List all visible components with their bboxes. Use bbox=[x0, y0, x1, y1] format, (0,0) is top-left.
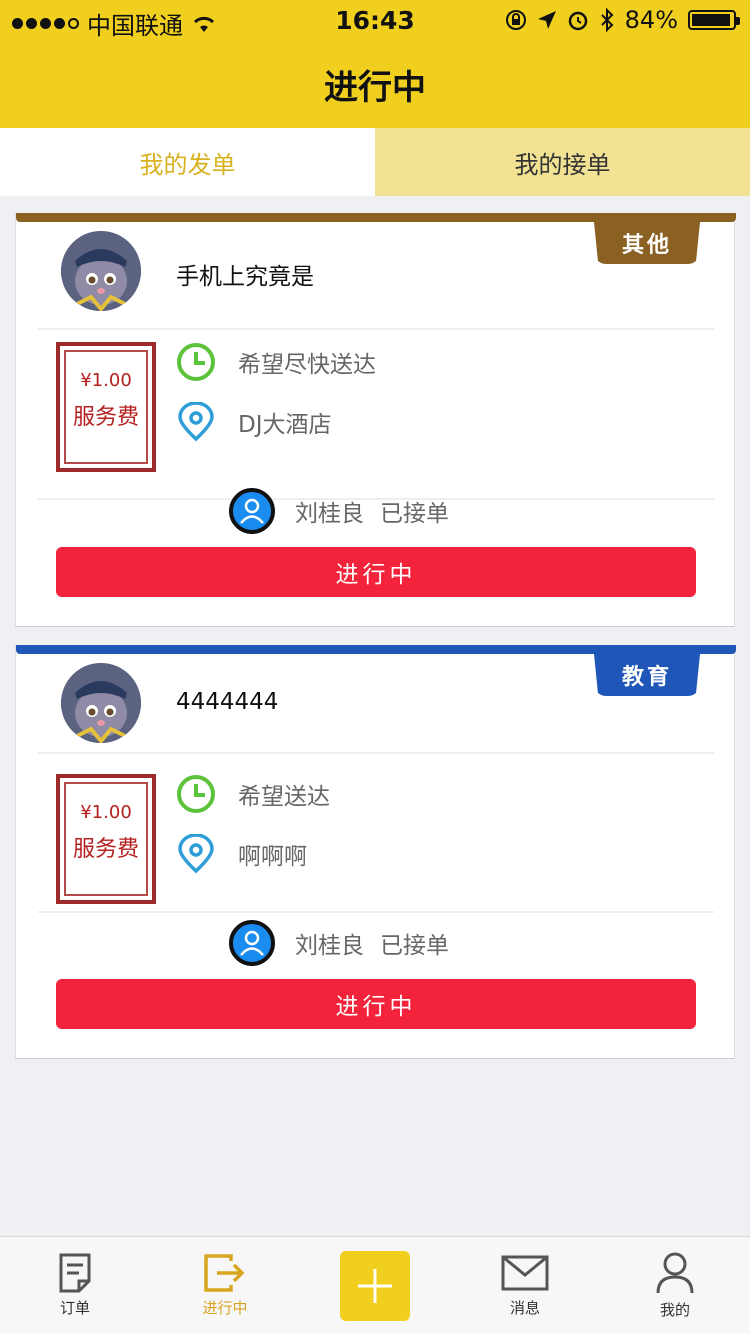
service-fee-stamp: ¥1.00 服务费 bbox=[56, 342, 156, 472]
avatar bbox=[61, 231, 141, 311]
segment-control: 我的发单 我的接单 bbox=[0, 128, 750, 196]
battery-icon bbox=[688, 10, 740, 30]
category-badge: 教育 bbox=[594, 654, 700, 696]
card-top-bar bbox=[16, 213, 736, 222]
location-arrow-icon bbox=[537, 11, 556, 29]
rotation-lock-icon bbox=[505, 10, 526, 30]
time-text: 希望尽快送达 bbox=[238, 352, 376, 378]
price-label: ¥1.00 bbox=[80, 802, 132, 823]
order-list-icon bbox=[59, 1253, 91, 1293]
in-progress-button[interactable]: 进行中 bbox=[56, 547, 696, 597]
plus-icon bbox=[358, 1268, 392, 1303]
price-label: ¥1.00 bbox=[80, 370, 132, 391]
tabbar-item-me[interactable]: 我的 bbox=[600, 1237, 750, 1334]
location-pin-icon bbox=[178, 402, 214, 442]
tabbar-item-add[interactable] bbox=[300, 1237, 450, 1334]
order-card[interactable]: 教育 4444444 ¥1.00 服务费 希望送达 啊啊啊 刘桂良 已接单 进行… bbox=[15, 645, 736, 1059]
divider bbox=[38, 752, 714, 754]
acceptor-name: 刘桂良 bbox=[295, 501, 364, 527]
clock-icon bbox=[177, 343, 215, 381]
status-bar: 中国联通 16:43 84% bbox=[0, 0, 750, 40]
acceptor-name: 刘桂良 bbox=[295, 933, 364, 959]
order-card[interactable]: 其他 手机上究竟是 ¥1.00 服务费 希望尽快送达 DJ大酒店 刘桂良 已接单… bbox=[15, 213, 736, 627]
tabbar-item-messages[interactable]: 消息 bbox=[450, 1237, 600, 1334]
card-top-bar bbox=[16, 645, 736, 654]
page-title: 进行中 bbox=[324, 67, 426, 108]
fee-label: 服务费 bbox=[72, 405, 139, 430]
bluetooth-icon bbox=[600, 8, 614, 32]
location-text: 啊啊啊 bbox=[238, 844, 307, 870]
time-row: 希望送达 bbox=[176, 774, 330, 814]
add-button[interactable] bbox=[340, 1250, 410, 1321]
in-progress-button[interactable]: 进行中 bbox=[56, 979, 696, 1029]
tabbar-item-orders[interactable]: 订单 bbox=[0, 1237, 150, 1334]
mail-icon bbox=[501, 1255, 549, 1291]
acceptor-row: 刘桂良 已接单 bbox=[229, 488, 449, 534]
order-title: 4444444 bbox=[176, 689, 279, 715]
time-row: 希望尽快送达 bbox=[176, 342, 376, 382]
service-fee-stamp: ¥1.00 服务费 bbox=[56, 774, 156, 904]
order-title: 手机上究竟是 bbox=[176, 264, 314, 290]
time-text: 希望送达 bbox=[238, 784, 330, 810]
divider bbox=[38, 328, 714, 330]
avatar bbox=[61, 663, 141, 743]
tabbar-item-in-progress[interactable]: 进行中 bbox=[150, 1237, 300, 1334]
acceptor-row: 刘桂良 已接单 bbox=[229, 920, 449, 966]
navigation-bar: 进行中 bbox=[0, 40, 750, 128]
tabbar-label: 进行中 bbox=[202, 1299, 248, 1317]
exit-arrow-icon bbox=[204, 1254, 245, 1292]
user-icon bbox=[229, 488, 275, 534]
clock-icon bbox=[177, 775, 215, 813]
tabbar-label: 我的 bbox=[659, 1301, 690, 1319]
location-pin-icon bbox=[178, 834, 214, 874]
user-icon bbox=[229, 920, 275, 966]
location-text: DJ大酒店 bbox=[238, 412, 332, 438]
location-row: 啊啊啊 bbox=[176, 834, 307, 874]
status-right: 84% bbox=[505, 6, 740, 34]
tab-my-posted[interactable]: 我的发单 bbox=[0, 128, 375, 196]
divider bbox=[38, 911, 714, 913]
accept-status: 已接单 bbox=[380, 501, 449, 527]
tabbar-label: 消息 bbox=[509, 1299, 540, 1317]
alarm-icon bbox=[568, 11, 587, 31]
profile-icon bbox=[656, 1252, 694, 1294]
battery-percent: 84% bbox=[624, 6, 678, 34]
category-badge: 其他 bbox=[594, 222, 700, 264]
tabbar-label: 订单 bbox=[59, 1299, 90, 1317]
location-row: DJ大酒店 bbox=[176, 402, 332, 442]
accept-status: 已接单 bbox=[380, 933, 449, 959]
bottom-tab-bar: 订单 进行中 消息 我的 bbox=[0, 1236, 750, 1334]
fee-label: 服务费 bbox=[72, 837, 139, 862]
tab-my-accepted[interactable]: 我的接单 bbox=[375, 128, 750, 196]
